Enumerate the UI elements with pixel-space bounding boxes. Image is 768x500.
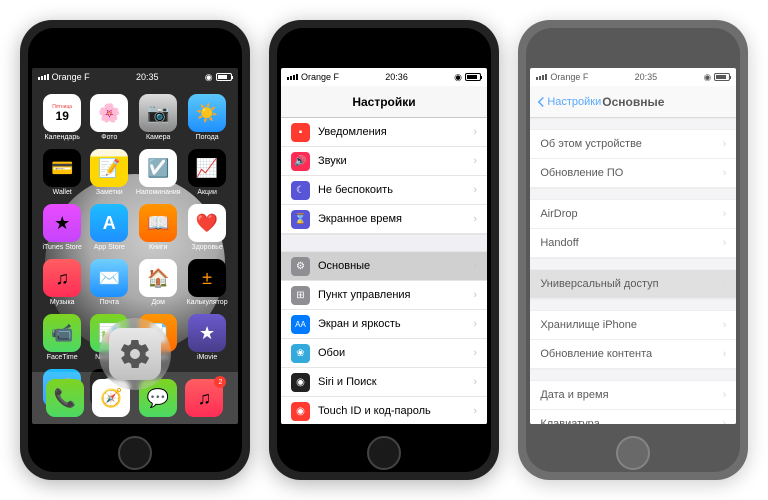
- chevron-icon: ›: [473, 184, 477, 196]
- row-wallpaper[interactable]: ❀Обои›: [281, 339, 487, 368]
- row-background-refresh[interactable]: Обновление контента›: [530, 340, 736, 369]
- dock-phone[interactable]: 📞: [46, 379, 84, 417]
- chevron-icon: ›: [723, 237, 727, 249]
- carrier-label: Orange F: [52, 72, 90, 82]
- row-display[interactable]: AAЭкран и яркость›: [281, 310, 487, 339]
- app-calendar[interactable]: Пятница19Календарь: [42, 94, 83, 141]
- app-imovie[interactable]: ★iMovie: [187, 314, 228, 361]
- app-calc[interactable]: ±Калькулятор: [187, 259, 228, 306]
- settings-zoom-highlight[interactable]: [99, 318, 171, 390]
- row-control-center[interactable]: ⊞Пункт управления›: [281, 281, 487, 310]
- row-handoff[interactable]: Handoff›: [530, 229, 736, 258]
- app-appstore[interactable]: AApp Store: [89, 204, 130, 251]
- chevron-icon: ›: [473, 213, 477, 225]
- badge: 2: [214, 376, 226, 388]
- app-mail[interactable]: ✉️Почта: [89, 259, 130, 306]
- phone-home: Orange F 20:35 ◉ Пятница19Календарь 🌸Фот…: [20, 20, 250, 480]
- nav-bar: Настройки Основные: [530, 86, 736, 118]
- chevron-icon: ›: [473, 289, 477, 301]
- chevron-icon: ›: [473, 347, 477, 359]
- chevron-icon: ›: [473, 405, 477, 417]
- app-weather[interactable]: ☀️Погода: [187, 94, 228, 141]
- row-screentime[interactable]: ⌛Экранное время›: [281, 205, 487, 234]
- chevron-icon: ›: [473, 126, 477, 138]
- chevron-icon: ›: [473, 260, 477, 272]
- row-about[interactable]: Об этом устройстве›: [530, 130, 736, 159]
- row-accessibility[interactable]: Универсальный доступ›: [530, 270, 736, 299]
- app-wallet[interactable]: 💳Wallet: [42, 149, 83, 196]
- chevron-icon: ›: [473, 155, 477, 167]
- nav-title: Настройки: [352, 95, 415, 109]
- dock-music[interactable]: ♫2: [185, 379, 223, 417]
- nav-title: Основные: [602, 95, 664, 109]
- app-health[interactable]: ❤️Здоровье: [187, 204, 228, 251]
- chevron-icon: ›: [723, 208, 727, 220]
- row-storage[interactable]: Хранилище iPhone›: [530, 311, 736, 340]
- home-button[interactable]: [118, 436, 152, 470]
- phone-general: Orange F 20:35 ◉ Настройки Основные Об э…: [518, 20, 748, 480]
- row-general[interactable]: ⚙Основные›: [281, 252, 487, 281]
- status-bar: Orange F 20:35 ◉: [32, 68, 238, 86]
- chevron-icon: ›: [723, 389, 727, 401]
- status-time: 20:35: [635, 72, 658, 82]
- row-airdrop[interactable]: AirDrop›: [530, 200, 736, 229]
- status-time: 20:36: [385, 72, 408, 82]
- row-notifications[interactable]: ▪Уведомления›: [281, 118, 487, 147]
- app-books[interactable]: 📖Книги: [136, 204, 181, 251]
- app-itunes[interactable]: ★iTunes Store: [42, 204, 83, 251]
- chevron-icon: ›: [723, 167, 727, 179]
- gear-icon: [109, 328, 161, 380]
- app-photos[interactable]: 🌸Фото: [89, 94, 130, 141]
- app-facetime[interactable]: 📹FaceTime: [42, 314, 83, 361]
- row-keyboard[interactable]: Клавиатура›: [530, 410, 736, 424]
- home-screen: Orange F 20:35 ◉ Пятница19Календарь 🌸Фот…: [32, 68, 238, 424]
- status-time: 20:35: [136, 72, 159, 82]
- app-stocks[interactable]: 📈Акции: [187, 149, 228, 196]
- settings-screen: Orange F 20:36 ◉ Настройки ▪Уведомления›…: [281, 68, 487, 424]
- chevron-icon: ›: [723, 319, 727, 331]
- chevron-icon: ›: [473, 376, 477, 388]
- row-sounds[interactable]: 🔊Звуки›: [281, 147, 487, 176]
- row-datetime[interactable]: Дата и время›: [530, 381, 736, 410]
- chevron-icon: ›: [723, 348, 727, 360]
- home-button[interactable]: [367, 436, 401, 470]
- app-camera[interactable]: 📷Камера: [136, 94, 181, 141]
- chevron-icon: ›: [723, 418, 727, 424]
- app-reminders[interactable]: ☑️Напоминания: [136, 149, 181, 196]
- row-siri[interactable]: ◉Siri и Поиск›: [281, 368, 487, 397]
- general-screen: Orange F 20:35 ◉ Настройки Основные Об э…: [530, 68, 736, 424]
- status-bar: Orange F 20:36 ◉: [281, 68, 487, 86]
- chevron-icon: ›: [723, 138, 727, 150]
- chevron-icon: ›: [473, 318, 477, 330]
- row-software-update[interactable]: Обновление ПО›: [530, 159, 736, 188]
- chevron-icon: ›: [723, 278, 727, 290]
- app-home[interactable]: 🏠Дом: [136, 259, 181, 306]
- row-dnd[interactable]: ☾Не беспокоить›: [281, 176, 487, 205]
- status-bar: Orange F 20:35 ◉: [530, 68, 736, 86]
- app-music[interactable]: ♫Музыка: [42, 259, 83, 306]
- home-button[interactable]: [616, 436, 650, 470]
- row-touchid[interactable]: ◉Touch ID и код-пароль›: [281, 397, 487, 424]
- back-button[interactable]: Настройки: [536, 96, 601, 108]
- nav-bar: Настройки: [281, 86, 487, 118]
- app-notes[interactable]: 📝Заметки: [89, 149, 130, 196]
- phone-settings: Orange F 20:36 ◉ Настройки ▪Уведомления›…: [269, 20, 499, 480]
